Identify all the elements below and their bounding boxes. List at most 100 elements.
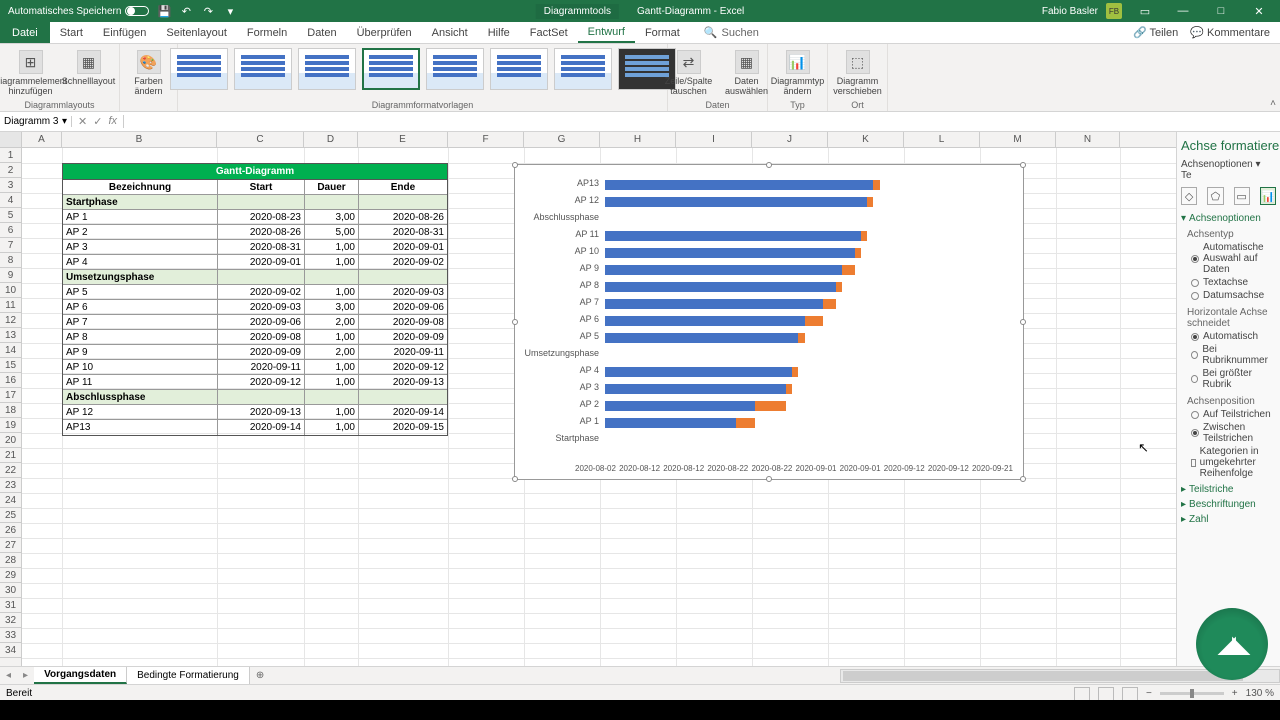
cell-dauer[interactable]: 3,00	[305, 300, 359, 314]
chart-y-label[interactable]: AP 7	[580, 297, 599, 307]
chart-bar-start[interactable]	[605, 418, 736, 428]
qat-customize-icon[interactable]: ▾	[223, 4, 237, 18]
row-header[interactable]: 29	[0, 568, 21, 583]
cell-ende[interactable]: 2020-09-11	[359, 345, 447, 359]
menu-tab-start[interactable]: Start	[50, 22, 93, 43]
chart-y-label[interactable]: AP 11	[575, 229, 599, 239]
chart-y-label[interactable]: AP 2	[580, 399, 599, 409]
cell-start[interactable]: 2020-09-11	[218, 360, 305, 374]
row-header[interactable]: 6	[0, 223, 21, 238]
chart-bar-start[interactable]	[605, 333, 798, 343]
cell-bez[interactable]: AP 10	[63, 360, 218, 374]
chart-bar-duration[interactable]	[805, 316, 824, 326]
file-tab[interactable]: Datei	[0, 22, 50, 43]
row-header[interactable]: 34	[0, 643, 21, 658]
chart-bar-start[interactable]	[605, 180, 873, 190]
chart-bar-duration[interactable]	[823, 299, 835, 309]
maximize-icon[interactable]: □	[1206, 1, 1236, 21]
chart-bar-start[interactable]	[605, 401, 755, 411]
collapse-ribbon-icon[interactable]: ˄	[1270, 98, 1276, 109]
chart-y-label[interactable]: AP 1	[580, 416, 599, 426]
cell-start[interactable]: 2020-09-02	[218, 285, 305, 299]
ribbon-display-icon[interactable]: ▭	[1130, 1, 1160, 21]
cell-dauer[interactable]: 1,00	[305, 360, 359, 374]
comments-button[interactable]: 💬 Kommentare	[1190, 26, 1270, 39]
column-header[interactable]: H	[600, 132, 676, 147]
cancel-icon[interactable]: ✕	[78, 115, 87, 128]
change-chart-type-button[interactable]: 📊Diagrammtyp ändern	[771, 46, 825, 96]
cell-bez[interactable]: AP 3	[63, 240, 218, 254]
chart-y-label[interactable]: AP 5	[580, 331, 599, 341]
opt-auto-axis[interactable]: Automatische Auswahl auf Daten	[1191, 241, 1276, 276]
cell-start[interactable]: 2020-09-08	[218, 330, 305, 344]
pane-tab-options[interactable]: Achsenoptionen	[1181, 159, 1253, 170]
chart-y-label[interactable]: AP 3	[580, 382, 599, 392]
menu-tab-ansicht[interactable]: Ansicht	[422, 22, 478, 43]
chart-y-label[interactable]: AP 6	[580, 314, 599, 324]
cell-dauer[interactable]: 3,00	[305, 210, 359, 224]
row-header[interactable]: 22	[0, 463, 21, 478]
move-chart-button[interactable]: ⬚Diagramm verschieben	[831, 46, 885, 96]
chart-bar-duration[interactable]	[798, 333, 804, 343]
zoom-level[interactable]: 130 %	[1246, 688, 1274, 699]
column-header[interactable]: F	[448, 132, 524, 147]
column-header[interactable]: I	[676, 132, 752, 147]
column-header[interactable]: K	[828, 132, 904, 147]
row-header[interactable]: 31	[0, 598, 21, 613]
row-header[interactable]: 26	[0, 523, 21, 538]
opt-text-axis[interactable]: Textachse	[1191, 276, 1276, 289]
row-header[interactable]: 3	[0, 178, 21, 193]
save-icon[interactable]: 💾	[157, 4, 171, 18]
opt-date-axis[interactable]: Datumsachse	[1191, 289, 1276, 302]
cell-start[interactable]: 2020-09-01	[218, 255, 305, 269]
worksheet-cells[interactable]: Gantt-Diagramm Bezeichnung Start Dauer E…	[22, 148, 1176, 666]
chart-bar-start[interactable]	[605, 367, 792, 377]
chart-bar-start[interactable]	[605, 316, 805, 326]
cell-dauer[interactable]: 2,00	[305, 345, 359, 359]
column-header[interactable]: G	[524, 132, 600, 147]
select-all-corner[interactable]	[0, 132, 22, 147]
cell-ende[interactable]: 2020-09-03	[359, 285, 447, 299]
cell-start[interactable]: 2020-09-13	[218, 405, 305, 419]
cell-start[interactable]: 2020-09-14	[218, 420, 305, 435]
add-sheet-icon[interactable]: ⊕	[250, 670, 270, 681]
cell-start[interactable]: 2020-08-31	[218, 240, 305, 254]
column-header[interactable]: D	[304, 132, 358, 147]
row-header[interactable]: 11	[0, 298, 21, 313]
cell-ende[interactable]: 2020-09-15	[359, 420, 447, 435]
cell-bez[interactable]: AP 4	[63, 255, 218, 269]
sheet-tab-other[interactable]: Bedingte Formatierung	[127, 667, 250, 684]
cell-start[interactable]: 2020-08-23	[218, 210, 305, 224]
cell-bez[interactable]: Startphase	[63, 195, 218, 209]
share-button[interactable]: 🔗 Teilen	[1133, 26, 1178, 39]
row-header[interactable]: 17	[0, 388, 21, 403]
row-headers[interactable]: 1234567891011121314151617181920212223242…	[0, 148, 22, 666]
name-box[interactable]: Diagramm 3▾	[0, 116, 72, 127]
chart-bar-duration[interactable]	[873, 180, 879, 190]
cell-ende[interactable]: 2020-09-09	[359, 330, 447, 344]
chart-y-label[interactable]: Startphase	[555, 433, 599, 443]
change-colors-button[interactable]: 🎨Farben ändern	[122, 46, 176, 96]
close-icon[interactable]: ✕	[1244, 1, 1274, 21]
menu-tab-entwurf[interactable]: Entwurf	[578, 22, 635, 43]
cell-bez[interactable]: AP 12	[63, 405, 218, 419]
chart-bar-duration[interactable]	[861, 231, 867, 241]
enter-icon[interactable]: ✓	[93, 115, 102, 128]
cell-dauer[interactable]: 1,00	[305, 420, 359, 435]
user-avatar[interactable]: FB	[1106, 3, 1122, 19]
chart-y-label[interactable]: Abschlussphase	[533, 212, 599, 222]
cell-bez[interactable]: AP13	[63, 420, 218, 435]
chart-bar-duration[interactable]	[792, 367, 798, 377]
opt-h-auto[interactable]: Automatisch	[1191, 330, 1276, 343]
chart-bar-start[interactable]	[605, 299, 823, 309]
row-header[interactable]: 21	[0, 448, 21, 463]
cell-bez[interactable]: Umsetzungsphase	[63, 270, 218, 284]
chart-style-2[interactable]	[234, 48, 292, 90]
cell-ende[interactable]: 2020-08-31	[359, 225, 447, 239]
zoom-out-icon[interactable]: −	[1146, 688, 1152, 699]
menu-tab-seitenlayout[interactable]: Seitenlayout	[156, 22, 237, 43]
row-header[interactable]: 30	[0, 583, 21, 598]
row-header[interactable]: 8	[0, 253, 21, 268]
chart-style-5[interactable]	[426, 48, 484, 90]
cell-bez[interactable]: AP 2	[63, 225, 218, 239]
